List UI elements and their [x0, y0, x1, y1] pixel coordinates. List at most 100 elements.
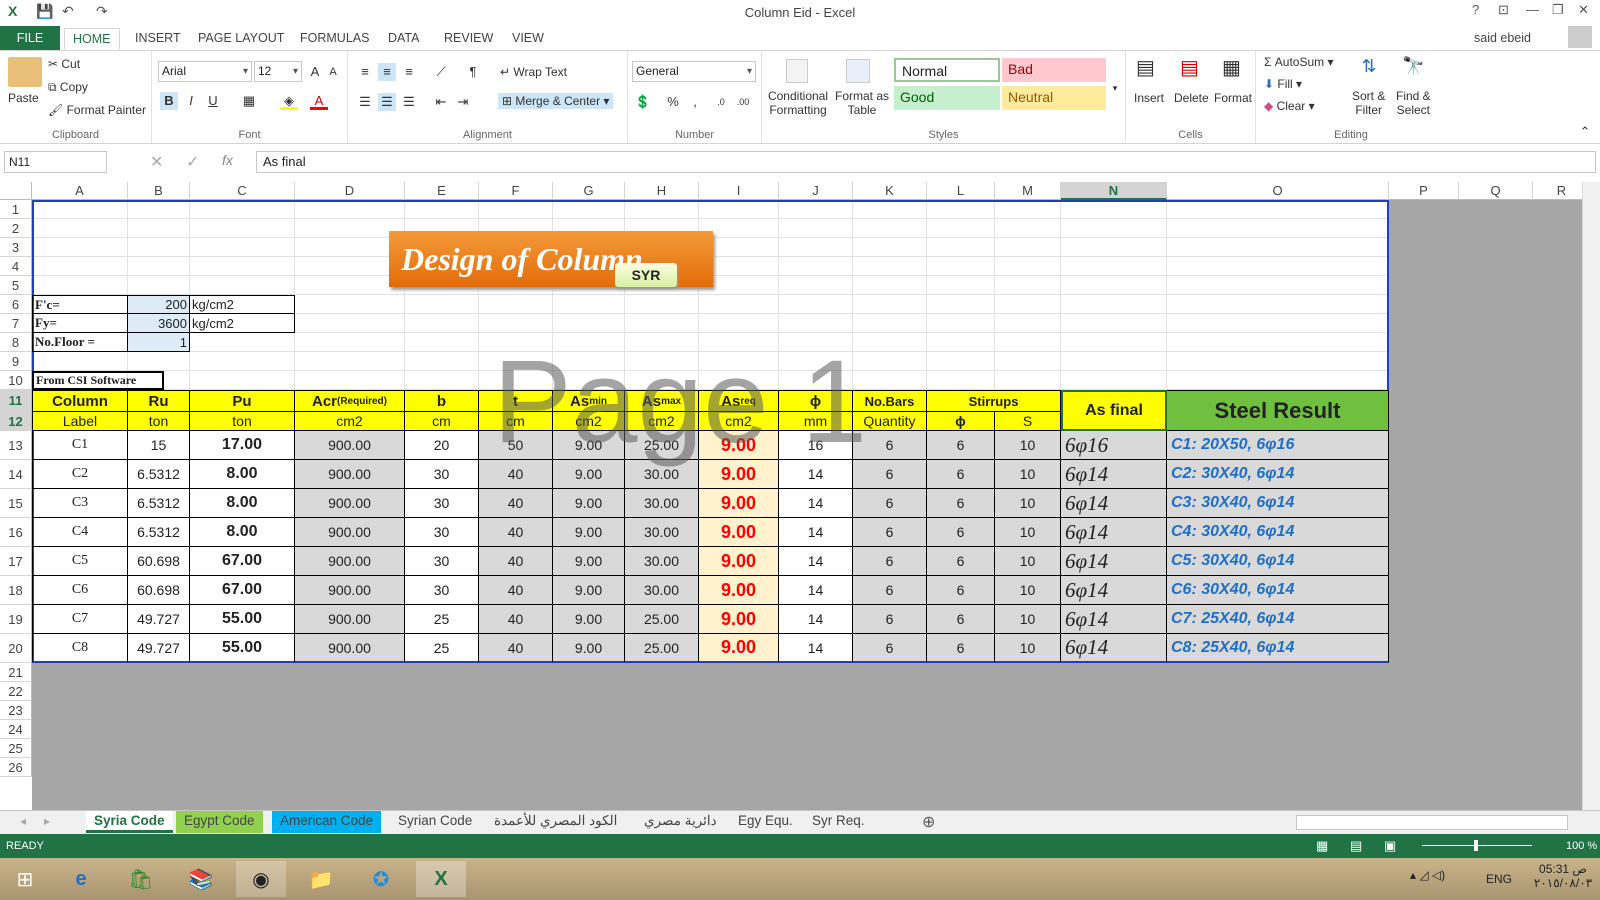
normal-view-icon[interactable]: ▦ — [1316, 838, 1328, 854]
grid-cell[interactable] — [128, 276, 190, 295]
data-cell-8-12[interactable]: 6 — [927, 634, 995, 663]
column-header-l[interactable]: L — [927, 182, 995, 200]
fill-button[interactable]: ⬇ Fill ▾ — [1264, 77, 1302, 91]
grid-cell[interactable] — [779, 295, 853, 314]
tab-insert[interactable]: INSERT — [127, 28, 189, 50]
column-header-c[interactable]: C — [190, 182, 295, 200]
subheader-nobars[interactable]: Quantity — [853, 412, 927, 431]
column-header-o[interactable]: O — [1167, 182, 1389, 200]
column-header-i[interactable]: I — [699, 182, 779, 200]
data-cell-4-7[interactable]: 9.00 — [553, 518, 625, 547]
grid-cell[interactable] — [553, 333, 625, 352]
grid-cell[interactable] — [405, 200, 479, 219]
sort-filter-button[interactable]: Sort & Filter — [1352, 89, 1385, 117]
row-header-3[interactable]: 3 — [0, 238, 32, 257]
grid-cell[interactable] — [1061, 257, 1167, 276]
store-icon[interactable]: 🛍 — [116, 861, 166, 897]
tab-data[interactable]: DATA — [380, 28, 427, 50]
data-cell-8-10[interactable]: 14 — [779, 634, 853, 663]
data-cell-6-11[interactable]: 6 — [853, 576, 927, 605]
grid-cell[interactable] — [1167, 371, 1389, 390]
grid-cell[interactable] — [853, 276, 927, 295]
grid-cell[interactable] — [32, 238, 128, 257]
row-header-5[interactable]: 5 — [0, 276, 32, 295]
align-bottom-icon[interactable]: ≡ — [400, 63, 418, 81]
grid-cell[interactable] — [1061, 314, 1167, 333]
grid-cell[interactable] — [190, 276, 295, 295]
grid-cell[interactable] — [479, 200, 553, 219]
data-cell-6-14[interactable]: 6φ14 — [1061, 576, 1167, 605]
grid-cell[interactable] — [405, 295, 479, 314]
grid-cell[interactable] — [1167, 238, 1389, 257]
grid-cell[interactable] — [479, 333, 553, 352]
data-cell-2-15[interactable]: C2: 30X40, 6φ14 — [1167, 460, 1389, 489]
grid-cell[interactable] — [32, 219, 128, 238]
data-cell-1-8[interactable]: 25.00 — [625, 431, 699, 460]
ribbon-display-icon[interactable]: ⊡ — [1498, 2, 1509, 18]
data-cell-6-9[interactable]: 9.00 — [699, 576, 779, 605]
grid-cell[interactable] — [128, 219, 190, 238]
grid-cell[interactable] — [295, 200, 405, 219]
row-header-24[interactable]: 24 — [0, 720, 32, 739]
data-cell-4-5[interactable]: 30 — [405, 518, 479, 547]
page-layout-view-icon[interactable]: ▤ — [1350, 838, 1362, 854]
grid-cell[interactable] — [295, 352, 405, 371]
format-painter-button[interactable]: 🖌 Format Painter — [48, 103, 146, 117]
data-cell-5-9[interactable]: 9.00 — [699, 547, 779, 576]
data-cell-7-12[interactable]: 6 — [927, 605, 995, 634]
syr-button[interactable]: SYR — [615, 263, 677, 287]
sheet-tab-5[interactable]: الكود المصري للأعمدة — [486, 811, 625, 833]
font-color-icon[interactable]: A — [310, 92, 328, 110]
data-cell-3-12[interactable]: 6 — [927, 489, 995, 518]
data-cell-8-5[interactable]: 25 — [405, 634, 479, 663]
header-pu[interactable]: Pu — [190, 390, 295, 412]
style-normal[interactable]: Normal — [894, 58, 1000, 82]
grid-cell[interactable] — [1167, 276, 1389, 295]
merge-center-button[interactable]: ⊞ Merge & Center ▾ — [498, 93, 614, 109]
grid-cell[interactable] — [1061, 352, 1167, 371]
data-cell-1-7[interactable]: 9.00 — [553, 431, 625, 460]
grid-cell[interactable] — [1061, 219, 1167, 238]
grid-cell[interactable] — [479, 371, 553, 390]
data-cell-1-11[interactable]: 6 — [853, 431, 927, 460]
grid-cell[interactable] — [995, 371, 1061, 390]
prev-sheet-icon[interactable]: ◂ — [20, 814, 26, 828]
windows-start-icon[interactable]: ⊞ — [0, 861, 50, 897]
column-header-j[interactable]: J — [779, 182, 853, 200]
grid-cell[interactable] — [295, 333, 405, 352]
grid-cell[interactable] — [927, 276, 995, 295]
header-nobars[interactable]: No.Bars — [853, 390, 927, 412]
grid-cell[interactable] — [1167, 352, 1389, 371]
data-cell-1-14[interactable]: 6φ16 — [1061, 431, 1167, 460]
data-cell-7-13[interactable]: 10 — [995, 605, 1061, 634]
row-header-14[interactable]: 14 — [0, 460, 32, 489]
data-cell-7-2[interactable]: 49.727 — [128, 605, 190, 634]
grid-cell[interactable] — [128, 200, 190, 219]
data-cell-6-6[interactable]: 40 — [479, 576, 553, 605]
grid-cell[interactable] — [128, 352, 190, 371]
grid-cell[interactable] — [190, 352, 295, 371]
data-cell-6-15[interactable]: C6: 30X40, 6φ14 — [1167, 576, 1389, 605]
grid-cell[interactable] — [927, 295, 995, 314]
grid-cell[interactable] — [479, 352, 553, 371]
grid-cell[interactable] — [295, 371, 405, 390]
style-bad[interactable]: Bad — [1002, 58, 1106, 82]
data-cell-6-13[interactable]: 10 — [995, 576, 1061, 605]
clock[interactable]: 05:31 ص ٢٠١٥/٠٨/٠٣ — [1530, 862, 1596, 890]
data-cell-7-7[interactable]: 9.00 — [553, 605, 625, 634]
row-header-2[interactable]: 2 — [0, 219, 32, 238]
grid-cell[interactable] — [779, 257, 853, 276]
row-header-9[interactable]: 9 — [0, 352, 32, 371]
grid-cell[interactable] — [128, 238, 190, 257]
data-cell-8-13[interactable]: 10 — [995, 634, 1061, 663]
grid-cell[interactable] — [927, 238, 995, 257]
grid-cell[interactable] — [625, 314, 699, 333]
align-middle-icon[interactable]: ≡ — [378, 63, 396, 81]
grid-cell[interactable] — [699, 371, 779, 390]
grid-cell[interactable] — [853, 200, 927, 219]
grid-cell[interactable] — [927, 200, 995, 219]
close-icon[interactable]: ✕ — [1578, 2, 1589, 18]
sheet-tab-6[interactable]: دائرية مصري — [636, 811, 725, 833]
data-cell-4-10[interactable]: 14 — [779, 518, 853, 547]
data-cell-7-9[interactable]: 9.00 — [699, 605, 779, 634]
